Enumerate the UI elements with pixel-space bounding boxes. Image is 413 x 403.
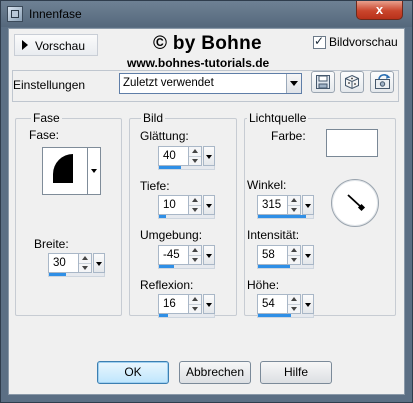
window-title: Innenfase <box>29 7 82 21</box>
bevel-group-title: Fase <box>31 111 62 125</box>
angle-spinner[interactable]: 315 <box>257 195 315 219</box>
spin-up-down-icon[interactable] <box>288 245 301 265</box>
shininess-slider[interactable] <box>158 314 215 318</box>
dialog-window: Innenfase x Vorschau © by Bohne www.bohn… <box>0 0 413 403</box>
presets-value: Zuletzt verwendet <box>123 77 214 89</box>
chevron-down-icon <box>91 169 97 173</box>
bevel-width-spinner[interactable]: 30 <box>48 253 106 277</box>
dialog-client-area: Vorschau © by Bohne www.bohnes-tutorials… <box>8 28 405 395</box>
shininess-spinner[interactable]: 16 <box>158 294 216 318</box>
ambience-spinner[interactable]: -45 <box>158 245 216 269</box>
presets-dropdown[interactable]: Zuletzt verwendet <box>119 73 302 94</box>
smoothness-slider[interactable] <box>158 166 215 170</box>
intensity-slider[interactable] <box>257 265 314 269</box>
watermark-url: www.bohnes-tutorials.de <box>127 56 270 70</box>
image-preview-label[interactable]: Bildvorschau <box>329 35 398 49</box>
title-bar[interactable]: Innenfase x <box>1 1 412 27</box>
angle-needle-icon <box>347 194 366 212</box>
depth-input[interactable]: 10 <box>158 195 189 215</box>
reset-button[interactable] <box>370 71 394 93</box>
checkmark-icon: ✓ <box>314 34 325 48</box>
intensity-input[interactable]: 58 <box>257 245 288 265</box>
shininess-input[interactable]: 16 <box>158 294 189 314</box>
spin-up-down-icon[interactable] <box>189 245 202 265</box>
chevron-down-icon[interactable] <box>286 74 301 93</box>
image-group-title: Bild <box>141 111 166 125</box>
ok-button[interactable]: OK <box>97 361 169 384</box>
depth-slider[interactable] <box>158 215 215 219</box>
spin-up-down-icon[interactable] <box>189 195 202 215</box>
depth-spinner[interactable]: 10 <box>158 195 216 219</box>
chevron-down-icon[interactable] <box>302 245 314 265</box>
angle-label: Winkel: <box>247 178 287 192</box>
bevel-width-label: Breite: <box>34 237 69 251</box>
save-preset-icon <box>316 75 330 89</box>
randomize-button[interactable] <box>340 71 364 93</box>
bevel-shape-icon <box>53 154 73 183</box>
intensity-label: Intensität: <box>247 228 300 242</box>
ambience-slider[interactable] <box>158 265 215 269</box>
save-preset-button[interactable] <box>311 71 335 93</box>
bevel-shape-preview[interactable] <box>42 147 88 195</box>
smoothness-input[interactable]: 40 <box>158 146 189 166</box>
angle-dial[interactable] <box>331 179 379 227</box>
cancel-button[interactable]: Abbrechen <box>179 361 251 384</box>
light-color-swatch[interactable] <box>326 129 378 157</box>
ambience-input[interactable]: -45 <box>158 245 189 265</box>
elevation-label: Höhe: <box>247 278 280 292</box>
intensity-spinner[interactable]: 58 <box>257 245 315 269</box>
spin-up-down-icon[interactable] <box>288 294 301 314</box>
elevation-spinner[interactable]: 54 <box>257 294 315 318</box>
chevron-down-icon[interactable] <box>93 253 105 273</box>
shininess-label: Reflexion: <box>140 278 194 292</box>
close-button[interactable]: x <box>356 1 403 20</box>
smoothness-label: Glättung: <box>140 129 189 143</box>
chevron-down-icon[interactable] <box>203 195 215 215</box>
elevation-slider[interactable] <box>257 314 314 318</box>
angle-slider[interactable] <box>257 215 314 219</box>
expand-arrow-icon <box>22 40 28 50</box>
depth-label: Tiefe: <box>140 179 170 193</box>
elevation-input[interactable]: 54 <box>257 294 288 314</box>
chevron-down-icon[interactable] <box>203 294 215 314</box>
randomize-icon <box>345 74 359 90</box>
smoothness-spinner[interactable]: 40 <box>158 146 216 170</box>
preview-toggle-label: Vorschau <box>35 39 86 53</box>
image-preview-checkbox[interactable]: ✓ <box>313 34 326 49</box>
preview-toggle-button[interactable]: Vorschau <box>14 34 98 56</box>
spin-up-down-icon[interactable] <box>189 146 202 166</box>
reset-icon <box>375 74 391 89</box>
watermark-copyright: © by Bohne <box>153 33 262 54</box>
spin-up-down-icon[interactable] <box>79 253 92 273</box>
light-group-title: Lichtquelle <box>247 111 309 125</box>
help-button[interactable]: Hilfe <box>260 361 332 384</box>
bevel-width-slider[interactable] <box>48 273 105 277</box>
chevron-down-icon[interactable] <box>302 195 314 215</box>
bevel-shape-label: Fase: <box>29 128 60 142</box>
angle-input[interactable]: 315 <box>257 195 288 215</box>
bevel-shape-dropdown[interactable] <box>88 147 101 195</box>
presets-label: Einstellungen <box>13 78 86 92</box>
spin-up-down-icon[interactable] <box>189 294 202 314</box>
chevron-down-icon[interactable] <box>302 294 314 314</box>
ambience-label: Umgebung: <box>140 228 203 242</box>
bevel-width-input[interactable]: 30 <box>48 253 79 273</box>
app-icon <box>7 6 23 22</box>
spin-up-down-icon[interactable] <box>288 195 301 215</box>
light-color-label: Farbe: <box>271 129 306 143</box>
chevron-down-icon[interactable] <box>203 146 215 166</box>
chevron-down-icon[interactable] <box>203 245 215 265</box>
